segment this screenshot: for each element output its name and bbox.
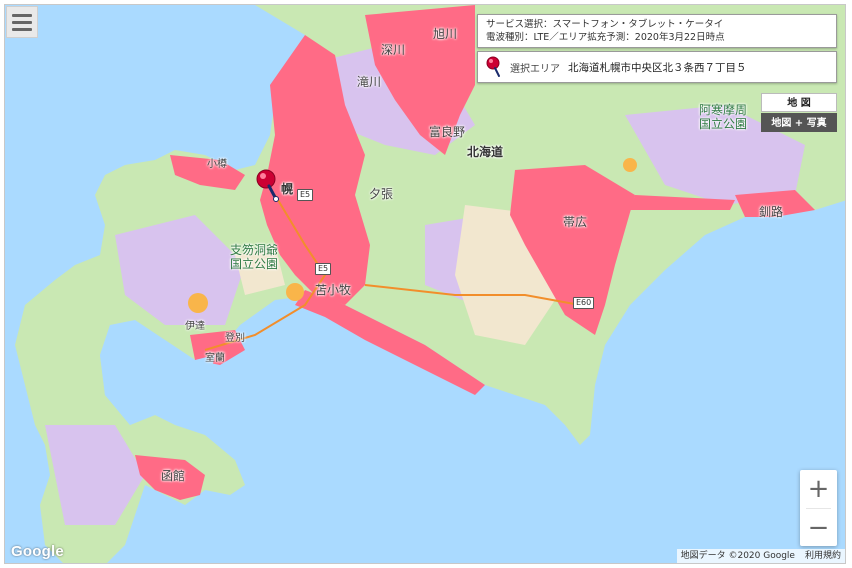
service-info-panel: サービス選択：スマートフォン・タブレット・ケータイ 電波種別：LTE／エリア拡充…: [477, 14, 837, 48]
terms-link[interactable]: 利用規約: [805, 549, 841, 563]
place-label-hokkaido: 北海道: [467, 145, 504, 159]
place-label-takikawa: 滝川: [357, 75, 382, 89]
place-label-furano: 富良野: [429, 125, 466, 139]
zoom-in-button[interactable]: +: [800, 470, 837, 508]
zoom-out-button[interactable]: −: [800, 509, 837, 547]
map-data-credit: 地図データ ©2020 Google: [680, 551, 795, 561]
zoom-controls[interactable]: + −: [800, 470, 837, 546]
map-type-map-button[interactable]: 地 図: [761, 93, 837, 112]
selected-area-address: 北海道札幌市中央区北３条西７丁目５: [568, 61, 747, 74]
place-label-obihiro: 帯広: [563, 215, 588, 229]
coverage-map[interactable]: [5, 5, 846, 564]
place-label-sapporo: 幌: [281, 182, 294, 196]
google-logo: Google: [11, 543, 64, 560]
town-ikeda: [623, 158, 637, 172]
place-label-date: 伊達: [185, 321, 205, 332]
map-type-toggle[interactable]: 地 図 地図 + 写真: [761, 93, 837, 132]
place-label-tomakomai: 苫小牧: [315, 283, 352, 297]
road-shield-e5-north: E5: [297, 189, 314, 201]
map-pin-icon: [486, 56, 500, 77]
map-attribution: 地図データ ©2020 Google 利用規約: [676, 549, 845, 563]
place-label-asahikawa: 旭川: [433, 27, 458, 41]
place-label-akan-park: 阿寒摩周 国立公園: [699, 103, 748, 131]
road-shield-e5-south: E5: [315, 263, 332, 275]
selected-area-panel[interactable]: 選択エリア 北海道札幌市中央区北３条西７丁目５: [477, 51, 837, 83]
place-label-kushiro: 釧路: [759, 205, 784, 219]
town-date: [188, 293, 208, 313]
selected-area-label: 選択エリア: [510, 63, 560, 75]
hamburger-menu-icon: [12, 13, 32, 17]
place-label-yubari: 夕張: [369, 187, 394, 201]
place-label-noboribetsu: 登別: [225, 333, 245, 344]
place-label-hakodate: 函館: [161, 469, 186, 483]
place-label-muroran: 室蘭: [205, 353, 225, 364]
place-label-otaru: 小樽: [207, 159, 227, 170]
selected-location-pin-icon[interactable]: [255, 168, 281, 204]
menu-button[interactable]: [6, 6, 38, 38]
map-frame[interactable]: 旭川 深川 滝川 富良野 北海道 夕張 小樽 幌 帯広 釧路 阿寒摩周 国立公園 …: [4, 4, 846, 564]
service-selection-text: サービス選択：スマートフォン・タブレット・ケータイ: [486, 19, 724, 30]
place-label-shikotsu-park: 支笏洞爺 国立公園: [230, 243, 279, 271]
wave-type-text: 電波種別：LTE／エリア拡充予測：2020年3月22日時点: [486, 32, 725, 43]
town-tomakomai: [286, 283, 304, 301]
place-label-fukagawa: 深川: [381, 43, 406, 57]
road-shield-e60: E60: [573, 297, 595, 309]
map-type-satellite-button[interactable]: 地図 + 写真: [761, 113, 837, 132]
